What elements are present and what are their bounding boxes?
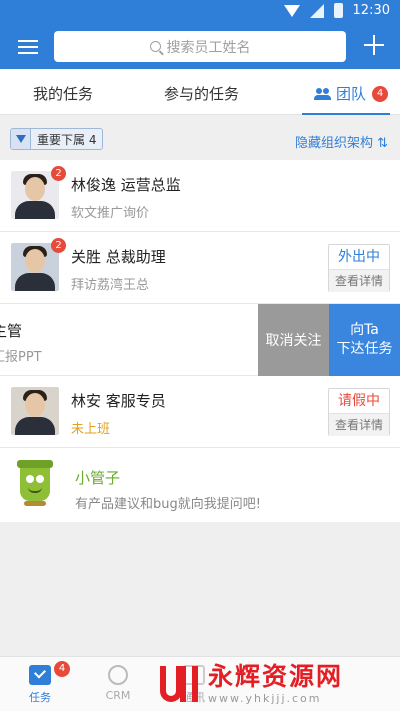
crm-icon bbox=[108, 665, 128, 685]
status-badge[interactable]: 外出中 查看详情 bbox=[328, 244, 390, 292]
watermark-logo-icon bbox=[160, 662, 200, 706]
nav-crm[interactable]: CRM bbox=[88, 665, 148, 702]
important-subordinates-filter[interactable]: 重要下属 4 bbox=[10, 128, 104, 150]
unfollow-button[interactable]: 取消关注 bbox=[258, 304, 329, 376]
app-bar: 搜索员工姓名 bbox=[0, 24, 400, 69]
tasks-icon bbox=[29, 665, 51, 685]
list-item[interactable]: 林安 客服专员 未上班 请假中 查看详情 bbox=[0, 376, 400, 448]
assign-task-button[interactable]: 向Ta 下达任务 bbox=[329, 304, 400, 376]
avatar-badge: 2 bbox=[51, 166, 66, 181]
helper-message: 有产品建议和bug就向我提问吧! bbox=[75, 497, 261, 512]
list-item-swiped[interactable]: 主管 汇报PPT 取消关注 向Ta 下达任务 bbox=[0, 304, 400, 376]
filter-icon bbox=[11, 129, 31, 149]
view-details-button[interactable]: 查看详情 bbox=[329, 414, 389, 436]
list-item[interactable]: 2 林俊逸 运营总监 软文推广询价 bbox=[0, 160, 400, 232]
status-label: 请假中 bbox=[329, 389, 389, 414]
add-icon[interactable] bbox=[364, 35, 384, 55]
member-task: 软文推广询价 bbox=[71, 206, 150, 221]
member-task: 拜访荔湾王总 bbox=[71, 278, 150, 293]
filter-label: 重要下属 4 bbox=[37, 132, 97, 147]
tab-joined-tasks[interactable]: 参与的任务 bbox=[164, 83, 239, 104]
avatar bbox=[11, 387, 59, 435]
watermark-url: www.yhkjjj.com bbox=[208, 692, 322, 705]
tab-my-tasks[interactable]: 我的任务 bbox=[33, 83, 93, 104]
member-name: 林俊逸 运营总监 bbox=[71, 176, 181, 194]
tasks-badge: 4 bbox=[54, 661, 70, 677]
status-label: 外出中 bbox=[329, 245, 389, 270]
task-tabs: 我的任务 参与的任务 团队 4 bbox=[0, 69, 400, 115]
assign-line-1: 向Ta bbox=[350, 322, 379, 338]
menu-icon[interactable] bbox=[18, 40, 38, 54]
wifi-icon bbox=[283, 4, 300, 17]
view-details-button[interactable]: 查看详情 bbox=[329, 270, 389, 292]
member-name: 关胜 总裁助理 bbox=[71, 248, 166, 266]
hide-org-structure-link[interactable]: 隐藏组织架构 ⇅ bbox=[295, 132, 388, 151]
filter-bar: 重要下属 4 隐藏组织架构 ⇅ bbox=[0, 116, 400, 160]
watermark: 永辉资源网 www.yhkjjj.com bbox=[160, 656, 400, 711]
signal-icon bbox=[309, 3, 324, 18]
nav-crm-label: CRM bbox=[105, 689, 131, 702]
active-tab-indicator bbox=[302, 113, 390, 115]
avatar-badge: 2 bbox=[51, 238, 66, 253]
helper-item[interactable]: 小管子 有产品建议和bug就向我提问吧! bbox=[0, 448, 400, 522]
list-item[interactable]: 2 关胜 总裁助理 拜访荔湾王总 外出中 查看详情 bbox=[0, 232, 400, 304]
member-task: 未上班 bbox=[71, 422, 111, 437]
nav-tasks[interactable]: 任务 4 bbox=[10, 661, 70, 705]
status-time: 12:30 bbox=[352, 3, 390, 18]
watermark-title: 永辉资源网 bbox=[208, 662, 344, 691]
status-badge[interactable]: 请假中 查看详情 bbox=[328, 388, 390, 436]
search-icon bbox=[149, 41, 161, 52]
team-icon bbox=[314, 87, 332, 100]
status-bar: 12:30 bbox=[0, 0, 400, 24]
tab-team-label: 团队 bbox=[336, 85, 367, 103]
helper-name: 小管子 bbox=[75, 469, 121, 487]
search-input[interactable]: 搜索员工姓名 bbox=[54, 31, 346, 62]
team-badge: 4 bbox=[372, 85, 389, 102]
mascot-icon bbox=[14, 457, 56, 507]
member-name: 林安 客服专员 bbox=[71, 392, 166, 410]
battery-icon bbox=[333, 3, 343, 18]
tab-team[interactable]: 团队 4 bbox=[314, 83, 389, 104]
search-placeholder: 搜索员工姓名 bbox=[166, 39, 251, 56]
nav-tasks-label: 任务 bbox=[29, 691, 51, 704]
member-task: 汇报PPT bbox=[0, 350, 42, 365]
member-name: 主管 bbox=[0, 322, 23, 340]
assign-line-2: 下达任务 bbox=[336, 341, 393, 357]
